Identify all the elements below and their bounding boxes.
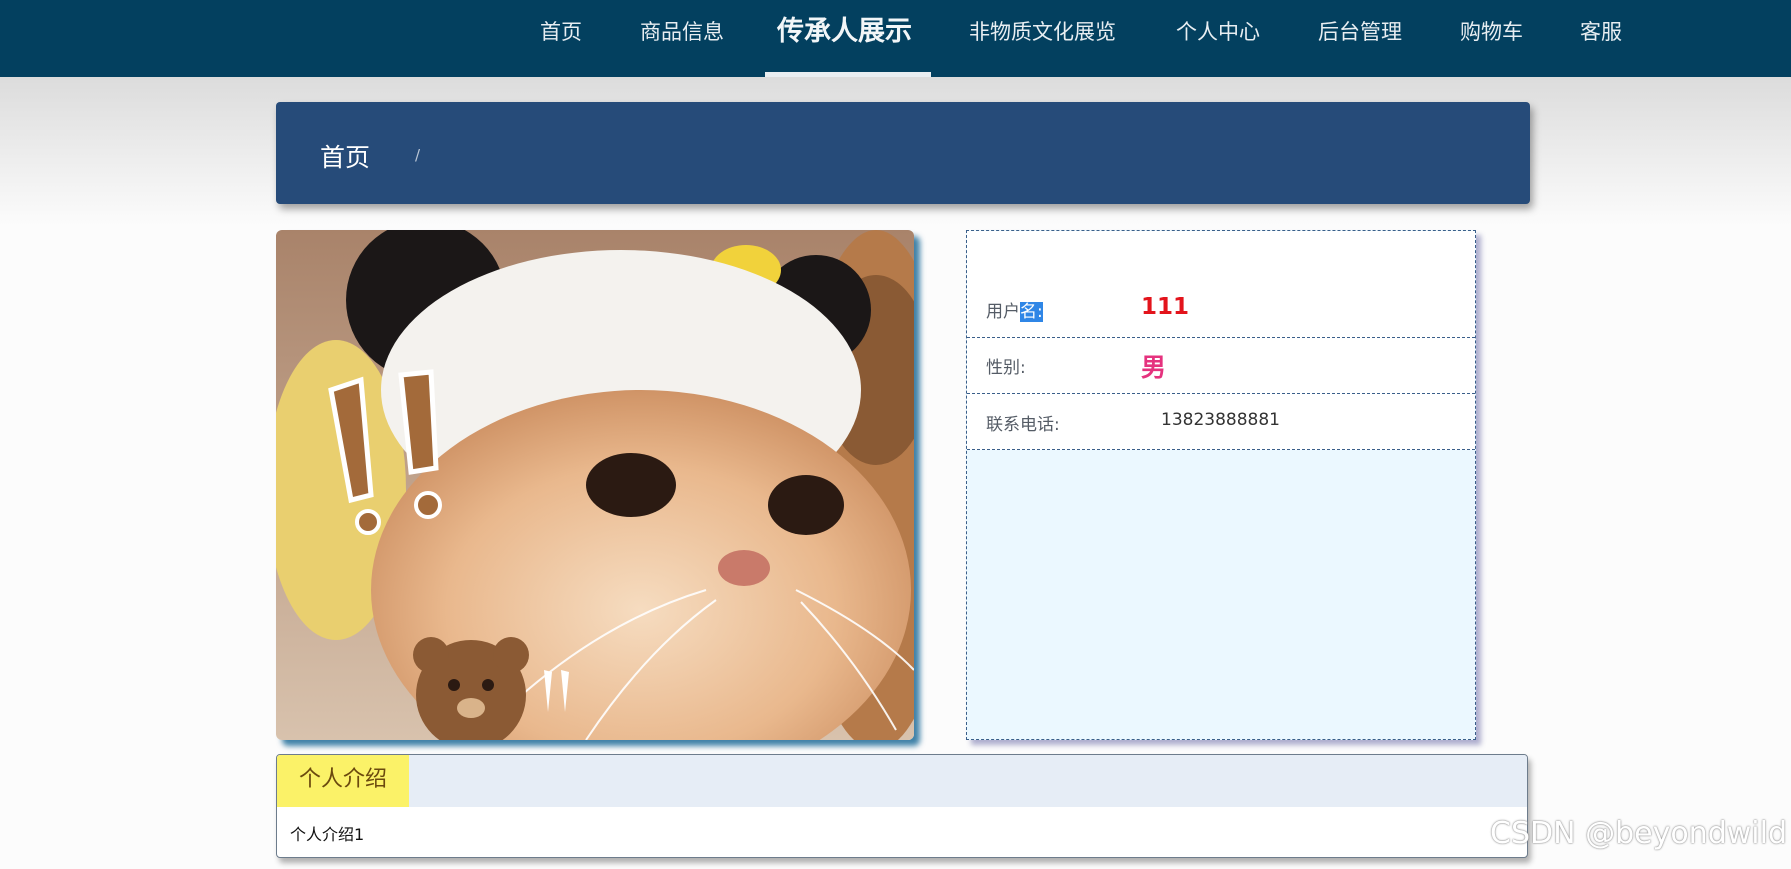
phone-label: 联系电话: bbox=[986, 415, 1060, 435]
profile-photo bbox=[276, 230, 914, 740]
watermark: CSDN @beyondwild bbox=[1490, 816, 1787, 851]
nav-personal-center[interactable]: 个人中心 bbox=[1176, 0, 1260, 77]
breadcrumb-separator: / bbox=[415, 146, 421, 164]
username-label-prefix: 用户 bbox=[986, 302, 1020, 322]
breadcrumb: 首页 / bbox=[276, 102, 1530, 204]
nav-admin[interactable]: 后台管理 bbox=[1318, 0, 1402, 77]
gender-row: 性别: 男 bbox=[967, 338, 1475, 394]
phone-value: 13823888881 bbox=[1161, 410, 1280, 430]
nav-home[interactable]: 首页 bbox=[540, 0, 582, 77]
nav-products[interactable]: 商品信息 bbox=[640, 0, 724, 77]
nav-support[interactable]: 客服 bbox=[1580, 0, 1622, 77]
intro-text: 个人介绍1 bbox=[290, 825, 365, 844]
intro-tab[interactable]: 个人介绍 bbox=[277, 755, 409, 807]
breadcrumb-home[interactable]: 首页 bbox=[320, 138, 370, 174]
nav-exhibition[interactable]: 非物质文化展览 bbox=[969, 0, 1116, 77]
gender-label: 性别: bbox=[986, 358, 1026, 378]
intro-panel: 个人介绍 个人介绍1 bbox=[276, 754, 1528, 858]
top-navigation-bar: 首页 商品信息 传承人展示 非物质文化展览 个人中心 后台管理 购物车 客服 bbox=[0, 0, 1791, 77]
phone-row: 联系电话: 13823888881 bbox=[967, 394, 1475, 450]
profile-info-panel: 用户名: 111 性别: 男 联系电话: 13823888881 bbox=[966, 230, 1476, 740]
username-value: 111 bbox=[1141, 294, 1190, 320]
gender-value: 男 bbox=[1141, 353, 1167, 382]
nav-inheritors[interactable]: 传承人展示 bbox=[777, 0, 912, 77]
nav-cart[interactable]: 购物车 bbox=[1460, 0, 1523, 77]
username-label: 用户名: bbox=[986, 297, 1043, 322]
username-label-selected: 名: bbox=[1020, 302, 1043, 322]
intro-header: 个人介绍 bbox=[277, 755, 1527, 807]
username-row: 用户名: 111 bbox=[967, 231, 1475, 338]
